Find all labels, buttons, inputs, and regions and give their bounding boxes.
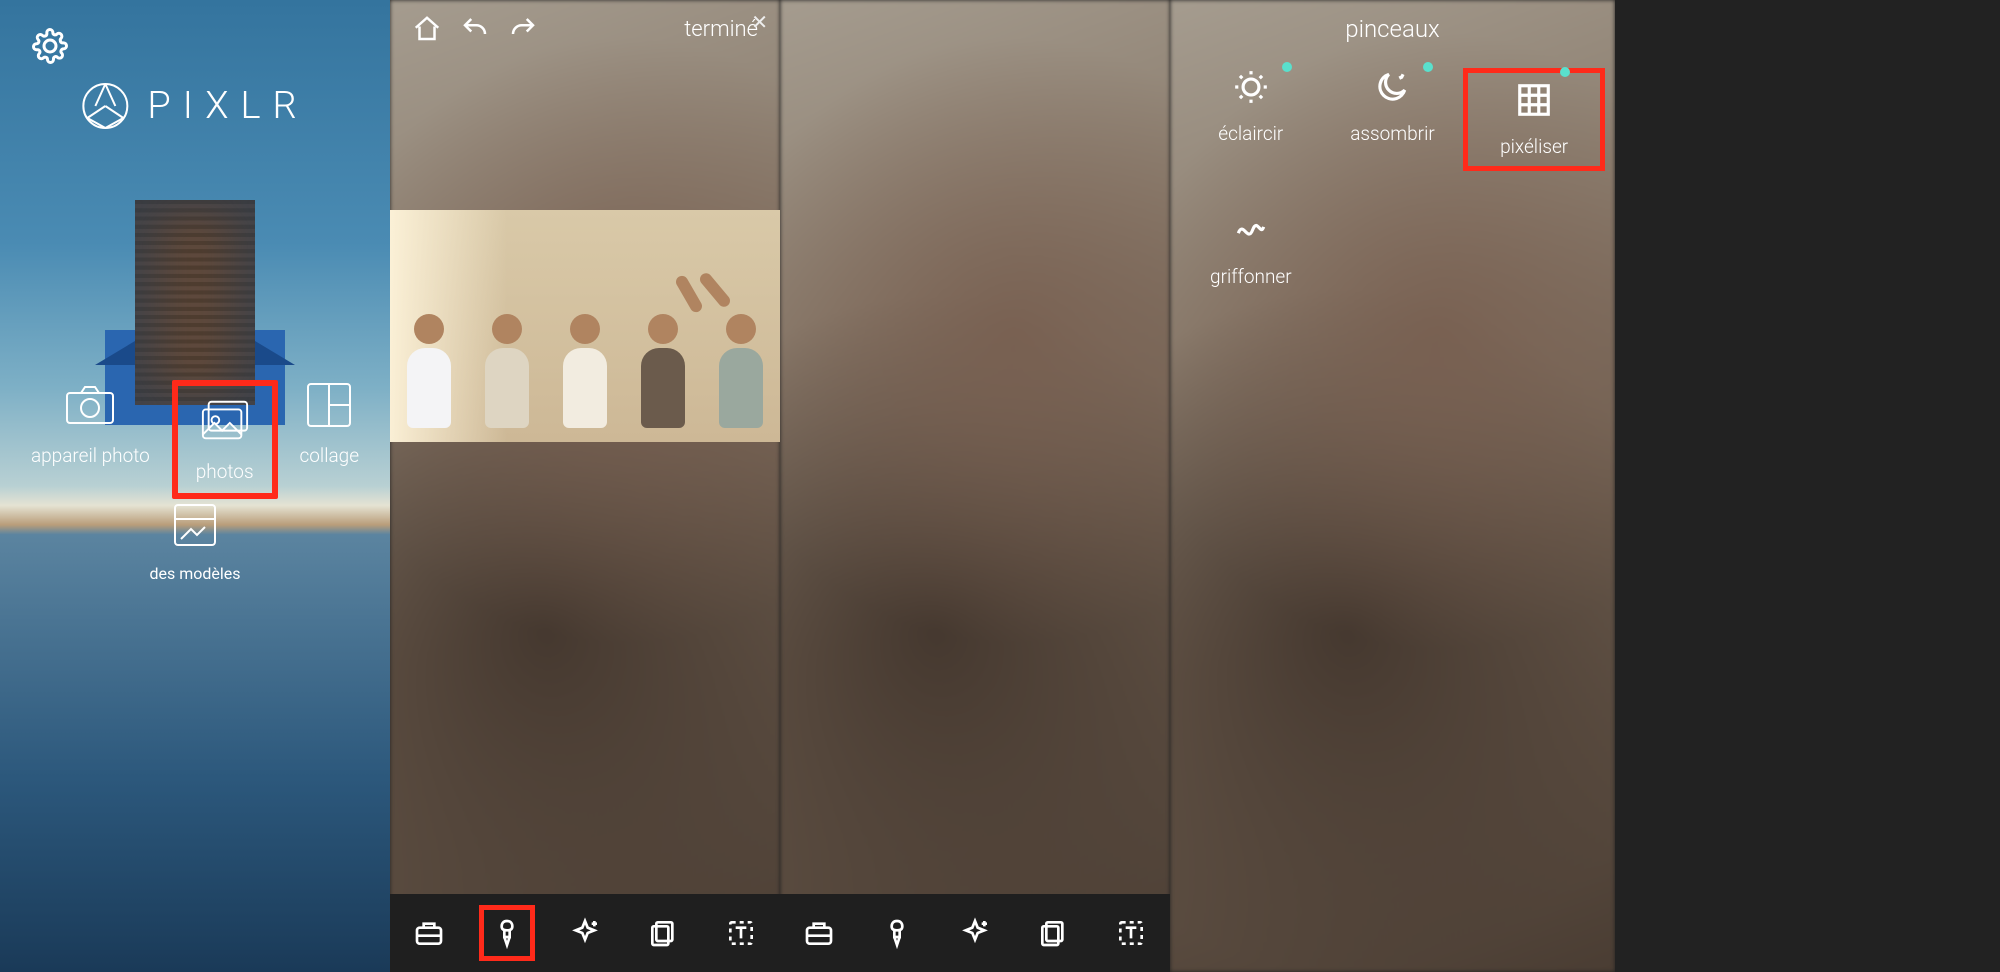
text-button[interactable] — [1103, 905, 1159, 961]
editor-background — [780, 0, 1170, 972]
toolbox-icon — [413, 917, 445, 949]
overlays-button[interactable] — [1025, 905, 1081, 961]
home-item-camera[interactable]: appareil photo — [31, 380, 150, 499]
text-icon — [725, 917, 757, 949]
brush-menu-grid: éclaircir assombrir pixéliser griffonner — [1170, 68, 1615, 288]
brush-item-lighten[interactable]: éclaircir — [1180, 68, 1322, 171]
editor-background — [390, 0, 780, 972]
home-item-label: collage — [299, 444, 359, 467]
aperture-icon — [81, 82, 129, 130]
tools-button[interactable] — [791, 905, 847, 961]
home-button[interactable] — [412, 14, 460, 44]
tools-button[interactable] — [401, 905, 457, 961]
brush-menu-topbar: pinceaux — [1170, 0, 1615, 58]
layers-icon — [647, 917, 679, 949]
text-icon — [1115, 917, 1147, 949]
brush-item-label: griffonner — [1210, 265, 1292, 288]
grid-icon — [1515, 81, 1553, 119]
sparkle-icon — [959, 917, 991, 949]
brand-logo: PIXLR — [81, 82, 308, 130]
templates-icon — [171, 501, 219, 549]
editor-bottom-bar — [780, 894, 1170, 972]
overlays-button[interactable] — [635, 905, 691, 961]
effects-button[interactable] — [557, 905, 613, 961]
layers-icon — [1037, 917, 1069, 949]
redo-icon — [508, 14, 538, 44]
brush-icon — [881, 917, 913, 949]
home-item-photos[interactable]: photos — [172, 380, 278, 499]
brush-item-label: assombrir — [1350, 122, 1435, 145]
screen-editor: terminé ✕ — [390, 0, 780, 972]
new-dot-icon — [1282, 62, 1292, 72]
home-icon — [412, 14, 442, 44]
text-button[interactable] — [713, 905, 769, 961]
camera-icon — [65, 385, 115, 425]
photos-icon — [200, 399, 250, 443]
screen-brush-menu: pinceaux éclaircir assombrir pixéliser g… — [1170, 0, 1615, 972]
sparkle-icon — [569, 917, 601, 949]
brush-button[interactable] — [869, 905, 925, 961]
brush-item-label: pixéliser — [1500, 135, 1568, 158]
home-item-collage[interactable]: collage — [299, 380, 359, 499]
brush-item-darken[interactable]: assombrir — [1322, 68, 1464, 171]
home-item-label: appareil photo — [31, 444, 150, 467]
editor-topbar: terminé — [390, 0, 780, 58]
close-button[interactable]: ✕ — [751, 10, 768, 34]
undo-icon — [460, 14, 490, 44]
collage-icon — [306, 382, 352, 428]
effects-button[interactable] — [947, 905, 1003, 961]
home-item-label: des modèles — [149, 564, 240, 583]
new-dot-icon — [1423, 62, 1433, 72]
brand-text: PIXLR — [147, 84, 308, 128]
moon-icon — [1373, 68, 1411, 106]
home-item-label: photos — [196, 460, 254, 483]
home-item-templates[interactable]: des modèles — [149, 500, 240, 583]
screen-home: PIXLR appareil photo photos collage d — [0, 0, 390, 972]
home-templates-row: des modèles — [0, 500, 390, 583]
brush-button[interactable] — [479, 905, 535, 961]
redo-button[interactable] — [508, 14, 556, 44]
settings-button[interactable] — [30, 26, 70, 66]
brush-icon — [491, 917, 523, 949]
home-source-grid: appareil photo photos collage — [0, 380, 390, 499]
squiggle-icon — [1232, 211, 1270, 249]
background-dock — [135, 200, 255, 405]
panel-title: pinceaux — [1345, 15, 1439, 43]
editor-photo[interactable] — [390, 210, 780, 442]
new-dot-icon — [1560, 67, 1570, 77]
toolbox-icon — [803, 917, 835, 949]
brush-item-pixelate[interactable]: pixéliser — [1463, 68, 1605, 171]
brush-item-label: éclaircir — [1218, 122, 1283, 145]
editor-bottom-bar — [390, 894, 780, 972]
undo-button[interactable] — [460, 14, 508, 44]
sun-icon — [1232, 68, 1270, 106]
screen-editor-behind — [780, 0, 1170, 972]
brush-item-doodle[interactable]: griffonner — [1180, 211, 1322, 288]
gear-icon — [32, 28, 68, 64]
done-button[interactable]: terminé — [684, 17, 758, 42]
